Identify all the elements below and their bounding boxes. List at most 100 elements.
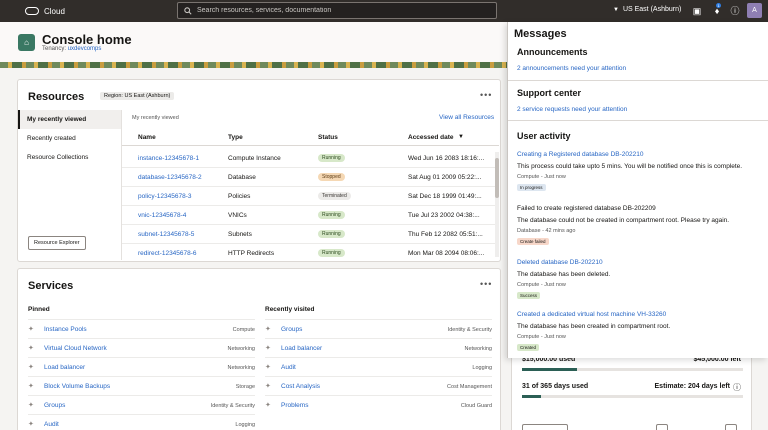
resources-title: Resources xyxy=(28,91,85,103)
region-selector[interactable]: ▼ US East (Ashburn) xyxy=(613,6,681,13)
table-row[interactable]: redirect-12345678-6 HTTP Redirects Runni… xyxy=(122,244,499,263)
billing-action-button[interactable] xyxy=(522,424,568,430)
resource-name-link[interactable]: instance-12345678-1 xyxy=(138,155,199,162)
pin-icon[interactable]: ✦ xyxy=(28,325,34,333)
activity-item: Deleted database DB-202210 The database … xyxy=(517,259,762,299)
nav-my-recently-viewed[interactable]: My recently viewed xyxy=(18,110,121,129)
resource-name-link[interactable]: redirect-12345678-6 xyxy=(138,250,197,257)
service-link[interactable]: Groups xyxy=(44,402,65,409)
service-link[interactable]: Load balancer xyxy=(281,345,322,352)
pinned-service[interactable]: ✦ Audit Logging xyxy=(28,414,255,430)
service-link[interactable]: Groups xyxy=(281,326,302,333)
pin-icon[interactable]: ✦ xyxy=(265,344,271,352)
top-navigation-bar: Cloud ▼ US East (Ashburn) ▣ ♦ 1 ⓘ A xyxy=(0,0,768,22)
brand-name[interactable]: Cloud xyxy=(44,7,65,16)
info-icon[interactable]: ⓘ xyxy=(733,382,741,393)
service-link[interactable]: Virtual Cloud Network xyxy=(44,345,107,352)
pin-icon[interactable]: ✦ xyxy=(265,401,271,409)
recently-visited-heading: Recently visited xyxy=(265,306,315,313)
table-subtitle: My recently viewed xyxy=(132,115,179,121)
pinned-service[interactable]: ✦ Instance Pools Compute xyxy=(28,319,255,338)
table-scrollbar-thumb[interactable] xyxy=(495,158,499,198)
page-title: Console home xyxy=(42,32,132,47)
resource-explorer-button[interactable]: Resource Explorer xyxy=(28,236,86,250)
service-link[interactable]: Block Volume Backups xyxy=(44,383,110,390)
service-link[interactable]: Load balancer xyxy=(44,364,85,371)
service-link[interactable]: Audit xyxy=(281,364,296,371)
activity-title-link[interactable]: Created a dedicated virtual host machine… xyxy=(517,311,762,318)
search-input[interactable] xyxy=(197,7,477,14)
pin-icon[interactable]: ✦ xyxy=(28,344,34,352)
support-section: Support center 2 service requests need y… xyxy=(508,80,768,120)
more-actions-icon[interactable]: ••• xyxy=(480,90,492,100)
nav-resource-collections[interactable]: Resource Collections xyxy=(18,148,121,167)
service-link[interactable]: Instance Pools xyxy=(44,326,87,333)
pinned-service[interactable]: ✦ Block Volume Backups Storage xyxy=(28,376,255,395)
table-row[interactable]: vnic-12345678-4 VNICs Running Tue Jul 23… xyxy=(122,206,499,225)
help-icon[interactable]: ⓘ xyxy=(729,5,741,17)
resource-name-link[interactable]: database-12345678-2 xyxy=(138,174,202,181)
messages-panel: Messages Announcements 2 announcements n… xyxy=(507,22,768,358)
support-link[interactable]: 2 service requests need your attention xyxy=(517,106,627,113)
avatar[interactable]: A xyxy=(747,3,762,18)
service-link[interactable]: Problems xyxy=(281,402,308,409)
resource-type: Compute Instance xyxy=(228,155,281,162)
user-activity-title: User activity xyxy=(517,131,571,141)
user-activity-section: User activity Creating a Registered data… xyxy=(508,120,768,358)
pin-icon[interactable]: ✦ xyxy=(28,401,34,409)
announcements-link[interactable]: 2 announcements need your attention xyxy=(517,65,626,72)
pin-icon[interactable]: ✦ xyxy=(265,325,271,333)
table-row[interactable]: subnet-12345678-5 Subnets Running Thu Fe… xyxy=(122,225,499,244)
region-badge: Region: US East (Ashburn) xyxy=(100,92,175,100)
recent-service[interactable]: ✦ Audit Logging xyxy=(265,357,492,376)
nav-recently-created[interactable]: Recently created xyxy=(18,129,121,148)
activity-item: Creating a Registered database DB-202210… xyxy=(517,151,762,191)
recent-service[interactable]: ✦ Cost Analysis Cost Management xyxy=(265,376,492,395)
previous-page-button[interactable] xyxy=(656,424,668,430)
service-link[interactable]: Cost Analysis xyxy=(281,383,320,390)
recent-service[interactable]: ✦ Load balancer Networking xyxy=(265,338,492,357)
pinned-service[interactable]: ✦ Groups Identity & Security xyxy=(28,395,255,414)
global-search[interactable] xyxy=(177,2,497,19)
next-page-button[interactable] xyxy=(725,424,737,430)
days-estimate: Estimate: 204 days left xyxy=(654,383,730,390)
pin-icon[interactable]: ✦ xyxy=(265,363,271,371)
table-header: Name Type Status Accessed date ▼ xyxy=(122,130,499,146)
service-category: Compute xyxy=(232,327,255,333)
sort-descending-icon[interactable]: ▼ xyxy=(458,134,464,140)
resource-name-link[interactable]: subnet-12345678-5 xyxy=(138,231,194,238)
service-link[interactable]: Audit xyxy=(44,421,59,428)
pin-icon[interactable]: ✦ xyxy=(28,420,34,428)
pin-icon[interactable]: ✦ xyxy=(28,382,34,390)
recent-service[interactable]: ✦ Problems Cloud Guard xyxy=(265,395,492,414)
pin-icon[interactable]: ✦ xyxy=(28,363,34,371)
column-header-accessed-date[interactable]: Accessed date xyxy=(408,134,454,141)
activity-meta: Compute - Just now xyxy=(517,334,566,340)
chevron-down-icon: ▼ xyxy=(613,6,619,13)
tenancy-info: Tenancy: uxdevcomps xyxy=(42,46,101,52)
service-category: Logging xyxy=(472,365,492,371)
column-header-name[interactable]: Name xyxy=(138,134,156,141)
pinned-service[interactable]: ✦ Load balancer Networking xyxy=(28,357,255,376)
cloud-logo-icon[interactable] xyxy=(25,7,39,15)
tenancy-link[interactable]: uxdevcomps xyxy=(68,46,102,52)
resource-type: Subnets xyxy=(228,231,252,238)
view-all-resources-link[interactable]: View all Resources xyxy=(439,114,494,121)
resource-name-link[interactable]: vnic-12345678-4 xyxy=(138,212,186,219)
recent-service[interactable]: ✦ Groups Identity & Security xyxy=(265,319,492,338)
activity-title-link[interactable]: Deleted database DB-202210 xyxy=(517,259,762,266)
table-row[interactable]: database-12345678-2 Database Stopped Sat… xyxy=(122,168,499,187)
services-card: Services ••• Pinned Recently visited ✦ I… xyxy=(17,268,501,430)
more-actions-icon[interactable]: ••• xyxy=(480,279,492,289)
resources-card: Resources Region: US East (Ashburn) ••• … xyxy=(17,79,501,262)
activity-title-link[interactable]: Creating a Registered database DB-202210 xyxy=(517,151,762,158)
column-header-type[interactable]: Type xyxy=(228,134,243,141)
pin-icon[interactable]: ✦ xyxy=(265,382,271,390)
column-header-status[interactable]: Status xyxy=(318,134,338,141)
chat-icon[interactable]: ▣ xyxy=(691,5,703,17)
status-badge: Running xyxy=(318,249,345,257)
table-row[interactable]: policy-12345678-3 Policies Terminated Sa… xyxy=(122,187,499,206)
pinned-service[interactable]: ✦ Virtual Cloud Network Networking xyxy=(28,338,255,357)
table-row[interactable]: instance-12345678-1 Compute Instance Run… xyxy=(122,149,499,168)
resource-name-link[interactable]: policy-12345678-3 xyxy=(138,193,191,200)
